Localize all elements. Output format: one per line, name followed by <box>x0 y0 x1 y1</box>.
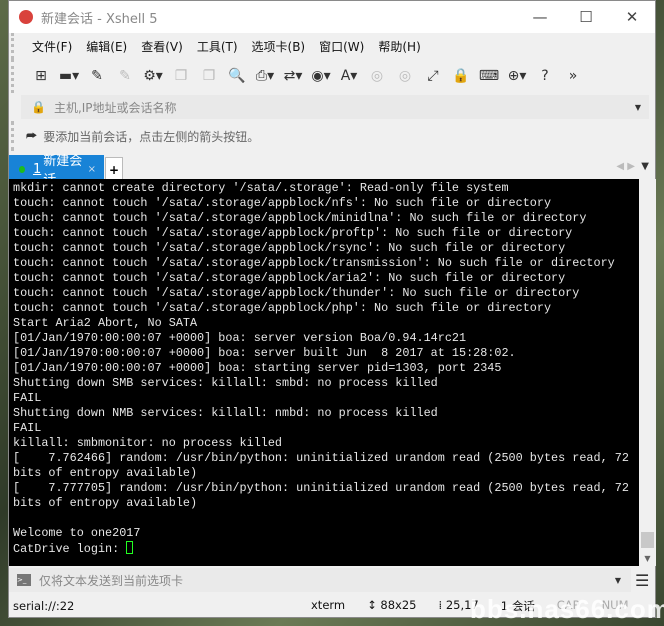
terminal-line: Shutting down SMB services: killall: smb… <box>13 376 438 390</box>
terminal-line: touch: cannot touch '/sata/.storage/appb… <box>13 241 566 255</box>
terminal-line: killall: smbmonitor: no process killed <box>13 436 283 450</box>
more-icon[interactable]: » <box>562 66 584 86</box>
menu-bar: 文件(F) 编辑(E) 查看(V) 工具(T) 选项卡(B) 窗口(W) 帮助(H) <box>11 33 655 59</box>
terminal-line: bits of entropy available) <box>13 466 198 480</box>
scroll-down-icon[interactable]: ▼ <box>639 554 656 563</box>
address-input[interactable]: 主机,IP地址或会话名称 <box>54 99 177 116</box>
terminal-icon: >_ <box>17 574 31 586</box>
title-bar: 新建会话 - Xshell 5 — ☐ ✕ <box>9 1 655 33</box>
send-input[interactable]: 仅将文本发送到当前选项卡 <box>39 572 183 589</box>
connection-address: serial://:22 <box>13 599 75 613</box>
lock-icon: 🔒 <box>31 100 46 114</box>
terminal-line: touch: cannot touch '/sata/.storage/appb… <box>13 256 615 270</box>
connection-status-icon <box>19 165 25 173</box>
dropdown-arrow-icon[interactable]: ▼ <box>615 576 621 585</box>
menu-item-1[interactable]: 编辑(E) <box>86 38 127 55</box>
xshell-window: 新建会话 - Xshell 5 — ☐ ✕ 文件(F) 编辑(E) 查看(V) 工具(… <box>8 0 656 618</box>
print-icon[interactable]: ⎙▾ <box>254 66 276 86</box>
connect-icon[interactable]: ✎ <box>86 66 108 86</box>
close-button[interactable]: ✕ <box>609 8 655 26</box>
fullscreen-icon[interactable]: ⤢ <box>422 66 444 86</box>
resize-icon: ↕ <box>367 598 381 612</box>
watermark: bbs.nas66.com <box>470 594 664 624</box>
terminal-line: [01/Jan/1970:00:00:07 +0000] boa: server… <box>13 331 467 345</box>
terminal-line: FAIL <box>13 421 42 435</box>
terminal-line: [01/Jan/1970:00:00:07 +0000] boa: starti… <box>13 361 502 375</box>
tab-number: 1 <box>32 161 42 177</box>
terminal-output[interactable]: mkdir: cannot create directory '/sata/.s… <box>9 179 639 566</box>
terminal-type: xterm <box>311 598 346 612</box>
menu-item-3[interactable]: 工具(T) <box>197 38 238 55</box>
minimize-button[interactable]: — <box>517 8 563 26</box>
add-session-arrow-icon[interactable]: ⮫ <box>26 129 37 144</box>
lock-icon[interactable]: 🔒 <box>450 66 472 86</box>
maximize-button[interactable]: ☐ <box>563 8 609 26</box>
terminal-line: bits of entropy available) <box>13 496 198 510</box>
terminal-line: touch: cannot touch '/sata/.storage/appb… <box>13 286 580 300</box>
transfer-icon[interactable]: ⇄▾ <box>282 66 304 86</box>
tab-navigation[interactable]: ◀ ▶ ▼ <box>616 161 649 172</box>
hamburger-menu-icon[interactable]: ☰ <box>635 571 649 590</box>
dropdown-arrow-icon[interactable]: ▼ <box>635 103 641 112</box>
terminal-size-value: 88x25 <box>380 598 417 612</box>
menu-item-5[interactable]: 窗口(W) <box>319 38 364 55</box>
cursor-icon: ⁞ <box>438 598 446 612</box>
terminal-line: Shutting down NMB services: killall: nmb… <box>13 406 438 420</box>
scrollbar-thumb[interactable] <box>641 532 654 548</box>
globe-icon[interactable]: ◉▾ <box>310 66 332 86</box>
xftp-icon[interactable]: ◎ <box>366 66 388 86</box>
terminal-scrollbar[interactable]: ▼ <box>639 179 656 566</box>
terminal-line: touch: cannot touch '/sata/.storage/appb… <box>13 211 587 225</box>
hint-text: 要添加当前会话，点击左侧的箭头按钮。 <box>43 129 260 144</box>
terminal-line: Start Aria2 Abort, No SATA <box>13 316 198 330</box>
login-prompt-line[interactable]: CatDrive login: <box>13 541 639 557</box>
find-icon[interactable]: 🔍 <box>226 66 248 86</box>
menu-item-0[interactable]: 文件(F) <box>32 38 72 55</box>
session-properties-icon[interactable]: ⚙▾ <box>142 66 164 86</box>
xshell-logo-icon <box>19 10 33 24</box>
open-folder-icon[interactable]: ▬▾ <box>58 66 80 86</box>
menu-item-2[interactable]: 查看(V) <box>141 38 183 55</box>
terminal-line: [01/Jan/1970:00:00:07 +0000] boa: server… <box>13 346 516 360</box>
terminal-line: [ 7.762466] random: /usr/bin/python: uni… <box>13 451 629 465</box>
xmanager-icon[interactable]: ◎ <box>394 66 416 86</box>
tab-close-button[interactable]: × <box>88 164 96 175</box>
menu-item-4[interactable]: 选项卡(B) <box>252 38 306 55</box>
terminal-size: ↕ 88x25 <box>367 598 416 614</box>
login-prompt: CatDrive login: <box>13 542 127 556</box>
copy-icon[interactable]: ❐ <box>170 66 192 86</box>
terminal-line: mkdir: cannot create directory '/sata/.s… <box>13 181 509 195</box>
send-bar[interactable]: >_ 仅将文本发送到当前选项卡 ▼ <box>9 568 631 592</box>
disconnect-icon[interactable]: ✎ <box>114 66 136 86</box>
terminal-line: touch: cannot touch '/sata/.storage/appb… <box>13 301 552 315</box>
terminal-line: Welcome to one2017 <box>13 526 141 540</box>
new-tab-icon[interactable]: ⊕▾ <box>506 66 528 86</box>
terminal-line: [ 7.777705] random: /usr/bin/python: uni… <box>13 481 629 495</box>
session-hint-bar: ⮫ 要添加当前会话，点击左侧的箭头按钮。 <box>11 121 655 151</box>
terminal-cursor <box>126 541 134 554</box>
address-bar[interactable]: 🔒 主机,IP地址或会话名称 ▼ <box>21 95 649 119</box>
menu-item-6[interactable]: 帮助(H) <box>378 38 420 55</box>
paste-icon[interactable]: ❐ <box>198 66 220 86</box>
toolbar: ⊞ ▬▾ ✎ ✎ ⚙▾ ❐ ❐ 🔍 ⎙▾ ⇄▾ ◉▾ A▾ ◎ ◎ ⤢ 🔒 ⌨ ⊕▾? » <box>11 59 655 93</box>
help-icon[interactable]: ? <box>534 66 556 86</box>
terminal-line: touch: cannot touch '/sata/.storage/appb… <box>13 226 573 240</box>
new-session-icon[interactable]: ⊞ <box>30 66 52 86</box>
terminal-line: FAIL <box>13 391 42 405</box>
window-title: 新建会话 - Xshell 5 <box>41 11 158 27</box>
keyboard-icon[interactable]: ⌨ <box>478 66 500 86</box>
terminal-line: touch: cannot touch '/sata/.storage/appb… <box>13 271 566 285</box>
font-icon[interactable]: A▾ <box>338 66 360 86</box>
terminal-line: touch: cannot touch '/sata/.storage/appb… <box>13 196 552 210</box>
